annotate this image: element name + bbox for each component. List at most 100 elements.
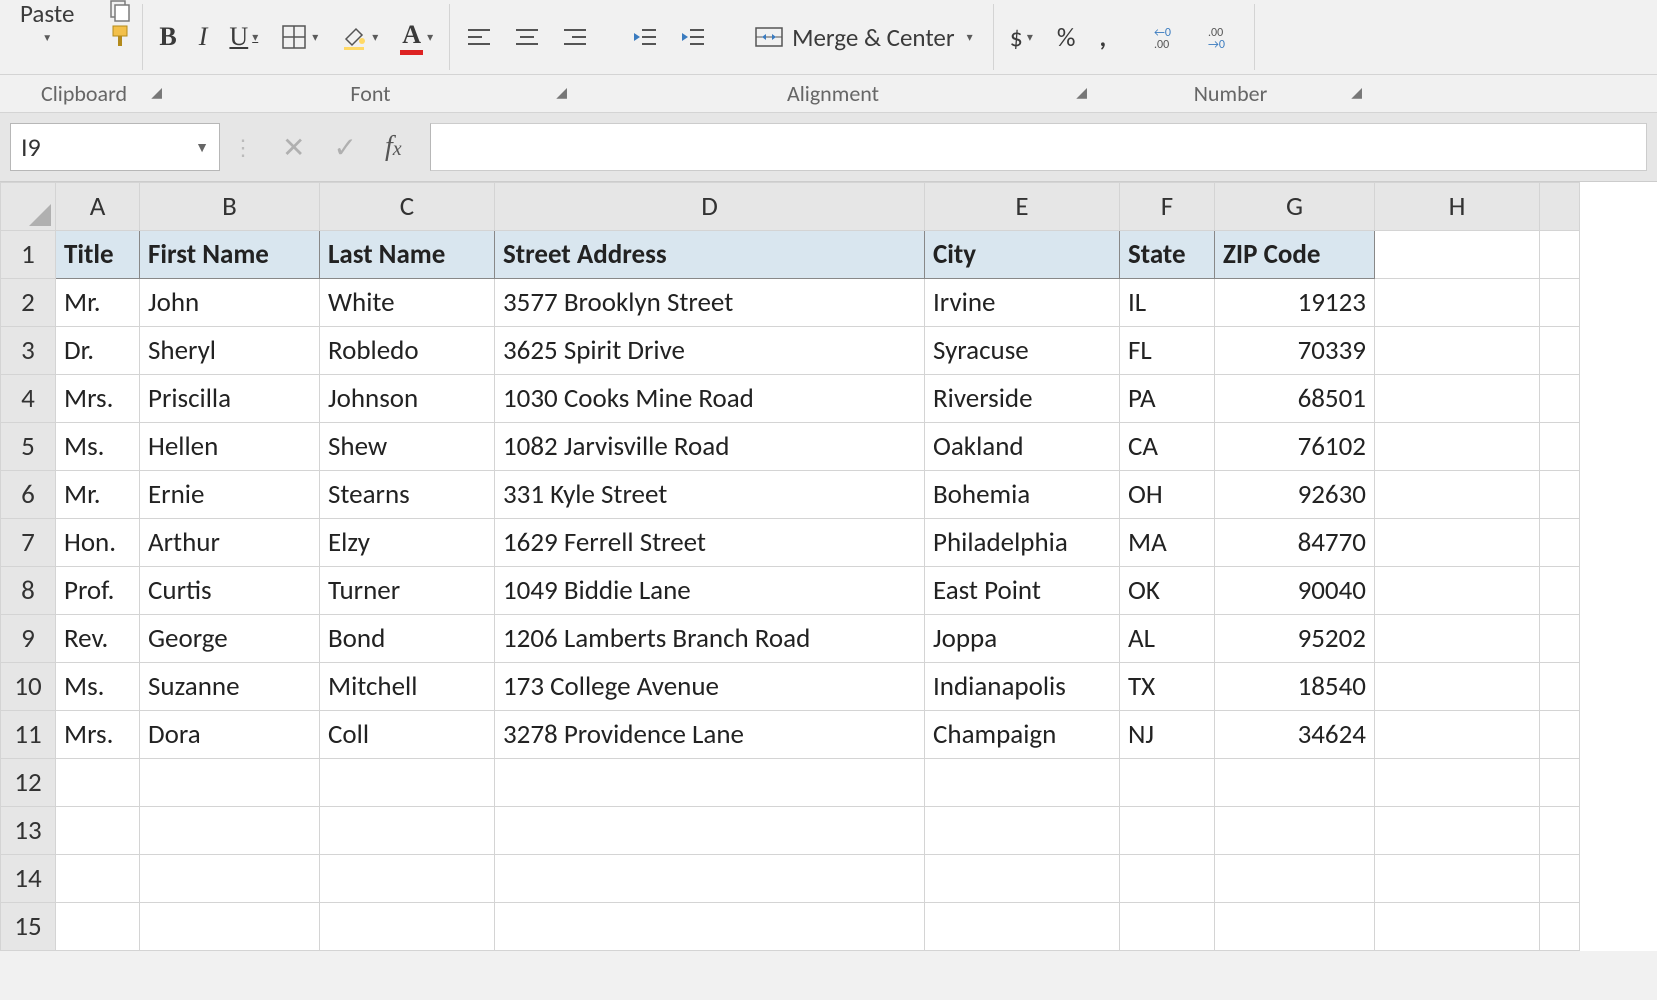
cell[interactable] [1540, 807, 1580, 855]
header-cell[interactable]: Title [56, 231, 140, 279]
comma-button[interactable]: , [1093, 19, 1112, 55]
cell[interactable] [1375, 807, 1540, 855]
cell[interactable]: 18540 [1215, 663, 1375, 711]
cell[interactable]: Philadelphia [925, 519, 1120, 567]
cell[interactable] [56, 807, 140, 855]
cell[interactable] [1375, 855, 1540, 903]
cell[interactable]: Riverside [925, 375, 1120, 423]
spreadsheet-grid[interactable]: ABCDEFGH1TitleFirst NameLast NameStreet … [0, 182, 1657, 951]
cell[interactable]: Prof. [56, 567, 140, 615]
row-header[interactable]: 13 [1, 807, 56, 855]
cell[interactable] [1375, 519, 1540, 567]
cell[interactable]: Curtis [140, 567, 320, 615]
column-header[interactable]: E [925, 183, 1120, 231]
bold-button[interactable]: B [153, 19, 182, 55]
cell[interactable]: Hellen [140, 423, 320, 471]
row-header[interactable]: 15 [1, 903, 56, 951]
cell[interactable]: 76102 [1215, 423, 1375, 471]
fill-color-button[interactable]: ▾ [334, 19, 384, 55]
cell[interactable] [495, 759, 925, 807]
align-left-button[interactable] [460, 19, 498, 55]
header-cell[interactable]: Last Name [320, 231, 495, 279]
percent-button[interactable]: % [1051, 19, 1082, 55]
cell[interactable]: TX [1120, 663, 1215, 711]
cell[interactable] [495, 807, 925, 855]
cell[interactable]: Joppa [925, 615, 1120, 663]
cell[interactable]: Mr. [56, 471, 140, 519]
cell[interactable]: Bond [320, 615, 495, 663]
cell[interactable]: Hon. [56, 519, 140, 567]
decrease-indent-button[interactable] [626, 19, 664, 55]
cell[interactable] [1375, 327, 1540, 375]
cell[interactable]: 3278 Providence Lane [495, 711, 925, 759]
cell[interactable] [1215, 759, 1375, 807]
row-header[interactable]: 3 [1, 327, 56, 375]
cell[interactable] [1540, 759, 1580, 807]
cell[interactable]: Oakland [925, 423, 1120, 471]
cell[interactable]: 1049 Biddie Lane [495, 567, 925, 615]
cell[interactable]: Dora [140, 711, 320, 759]
row-header[interactable]: 5 [1, 423, 56, 471]
cell[interactable]: 1629 Ferrell Street [495, 519, 925, 567]
row-header[interactable]: 2 [1, 279, 56, 327]
cell[interactable] [1375, 711, 1540, 759]
cell[interactable]: 92630 [1215, 471, 1375, 519]
cell[interactable] [1540, 375, 1580, 423]
increase-indent-button[interactable] [674, 19, 712, 55]
fx-icon[interactable]: fx [385, 131, 402, 163]
cell[interactable]: Irvine [925, 279, 1120, 327]
cell[interactable]: Syracuse [925, 327, 1120, 375]
header-cell[interactable]: ZIP Code [1215, 231, 1375, 279]
row-header[interactable]: 8 [1, 567, 56, 615]
select-all-corner[interactable] [1, 183, 56, 231]
cell[interactable] [1375, 903, 1540, 951]
cell[interactable]: Turner [320, 567, 495, 615]
cell[interactable]: FL [1120, 327, 1215, 375]
row-header[interactable]: 11 [1, 711, 56, 759]
cell[interactable] [320, 903, 495, 951]
cell[interactable]: John [140, 279, 320, 327]
cell[interactable] [925, 855, 1120, 903]
cell[interactable] [140, 903, 320, 951]
row-header[interactable]: 7 [1, 519, 56, 567]
cell[interactable] [1540, 711, 1580, 759]
cell[interactable] [1120, 855, 1215, 903]
cell[interactable]: Priscilla [140, 375, 320, 423]
column-header[interactable]: D [495, 183, 925, 231]
header-cell[interactable]: City [925, 231, 1120, 279]
cell[interactable]: 95202 [1215, 615, 1375, 663]
cell[interactable] [1540, 615, 1580, 663]
cell[interactable] [925, 759, 1120, 807]
row-header[interactable]: 9 [1, 615, 56, 663]
increase-decimal-button[interactable]: ←0.00 [1148, 19, 1190, 55]
decrease-decimal-button[interactable]: .00→0 [1202, 19, 1244, 55]
cell[interactable] [56, 855, 140, 903]
cell[interactable] [1540, 567, 1580, 615]
cell[interactable]: Mr. [56, 279, 140, 327]
cell[interactable]: OK [1120, 567, 1215, 615]
cell[interactable]: NJ [1120, 711, 1215, 759]
cell[interactable] [1375, 423, 1540, 471]
cell[interactable] [1215, 855, 1375, 903]
cell[interactable]: PA [1120, 375, 1215, 423]
cell[interactable] [1215, 807, 1375, 855]
cell[interactable]: MA [1120, 519, 1215, 567]
cell[interactable] [56, 759, 140, 807]
italic-button[interactable]: I [193, 19, 214, 55]
cell[interactable]: Bohemia [925, 471, 1120, 519]
cell[interactable] [495, 855, 925, 903]
cell[interactable]: George [140, 615, 320, 663]
cell[interactable]: 1082 Jarvisville Road [495, 423, 925, 471]
cell[interactable]: Stearns [320, 471, 495, 519]
chevron-down-icon[interactable]: ▼ [195, 139, 209, 156]
cell[interactable]: Rev. [56, 615, 140, 663]
header-cell[interactable]: Street Address [495, 231, 925, 279]
cell[interactable]: Coll [320, 711, 495, 759]
cell[interactable]: 90040 [1215, 567, 1375, 615]
cell[interactable]: 331 Kyle Street [495, 471, 925, 519]
cell[interactable]: Robledo [320, 327, 495, 375]
cell[interactable] [1215, 903, 1375, 951]
cell[interactable]: Shew [320, 423, 495, 471]
cell[interactable]: Suzanne [140, 663, 320, 711]
cell[interactable]: 70339 [1215, 327, 1375, 375]
